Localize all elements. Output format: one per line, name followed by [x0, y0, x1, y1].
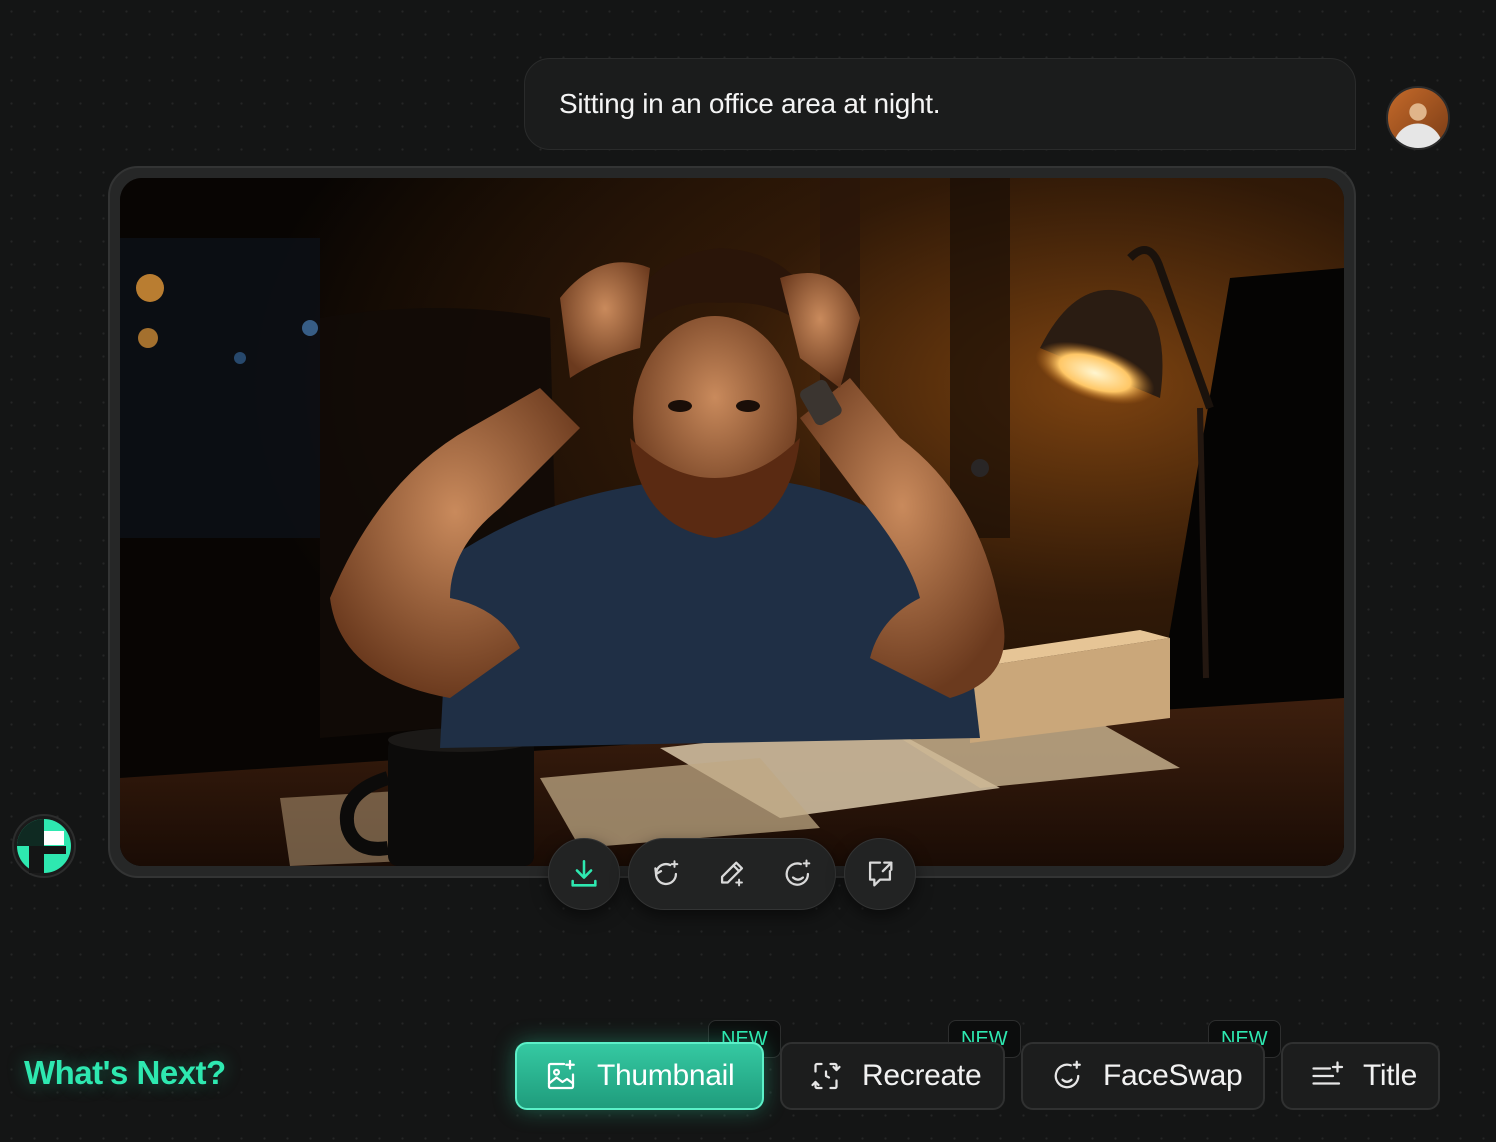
regenerate-sparkle-icon [654, 860, 679, 886]
thumbnail-button[interactable]: Thumbnail [515, 1042, 764, 1110]
user-prompt-bubble: Sitting in an office area at night. [524, 58, 1356, 150]
title-label: Title [1363, 1059, 1418, 1092]
brand-logo-icon [17, 819, 71, 873]
image-edit-tools [628, 838, 836, 910]
user-avatar[interactable] [1386, 86, 1450, 150]
image-action-bar [548, 838, 916, 910]
regenerate-button[interactable] [642, 850, 690, 898]
recreate-icon [811, 1062, 841, 1090]
recreate-label: Recreate [862, 1059, 982, 1092]
whats-next-heading: What's Next? [24, 1054, 226, 1091]
generated-image-illustration [120, 178, 1344, 866]
share-comment-icon [856, 850, 904, 898]
title-sparkle-icon [1312, 1061, 1344, 1085]
faceswap-action-button[interactable] [774, 850, 822, 898]
generated-image[interactable] [120, 178, 1344, 866]
face-sparkle-icon [1054, 1060, 1081, 1089]
assistant-logo [12, 814, 76, 878]
prompt-text: Sitting in an office area at night. [559, 88, 941, 119]
generated-image-card [108, 166, 1356, 878]
share-button[interactable] [844, 838, 916, 910]
faceswap-label: FaceSwap [1103, 1059, 1243, 1092]
faceswap-button[interactable]: FaceSwap [1021, 1042, 1265, 1110]
download-icon [560, 850, 608, 898]
magic-pencil-icon [720, 861, 744, 887]
recreate-button[interactable]: Recreate [780, 1042, 1005, 1110]
face-sparkle-icon [785, 859, 811, 886]
download-button[interactable] [548, 838, 620, 910]
image-sparkle-icon [547, 1059, 575, 1090]
thumbnail-label: Thumbnail [597, 1059, 735, 1092]
magic-edit-button[interactable] [708, 850, 756, 898]
title-button[interactable]: Title [1281, 1042, 1440, 1110]
